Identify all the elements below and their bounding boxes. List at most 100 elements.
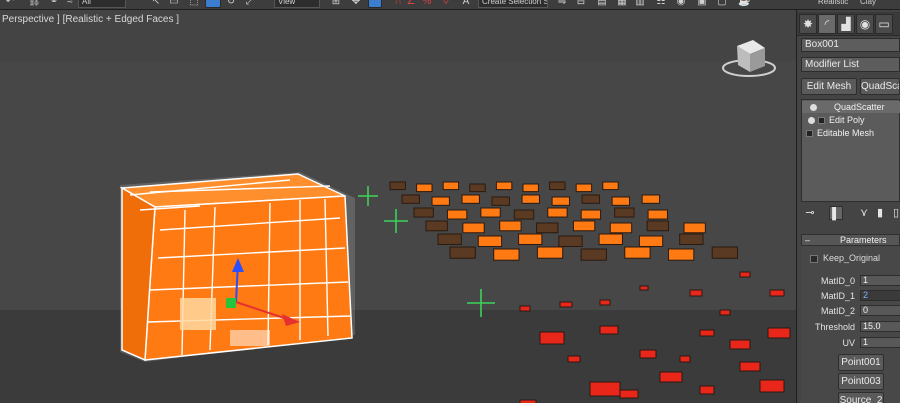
configure-sets-icon[interactable]: ▯ xyxy=(889,206,900,220)
scatter-tile-red xyxy=(559,301,573,308)
motion-tab-icon[interactable]: ◉ xyxy=(856,14,874,34)
rendered-frame-icon[interactable]: ▢ xyxy=(716,0,728,8)
collapse-icon[interactable]: – xyxy=(805,235,810,245)
source2-button[interactable]: Source_2 xyxy=(838,392,884,403)
lightbulb-icon[interactable] xyxy=(810,104,817,112)
select-manipulate-icon[interactable]: ✥ xyxy=(350,0,362,8)
floor-plane xyxy=(0,310,796,403)
scale-icon[interactable]: ⤢ xyxy=(244,0,256,8)
undo-icon[interactable]: ↶ xyxy=(4,0,16,8)
lightbulb-icon[interactable] xyxy=(808,117,815,125)
viewport-label[interactable]: Perspective ] [Realistic + Edged Faces ] xyxy=(2,14,179,25)
mirror-icon[interactable]: ⇋ xyxy=(556,0,568,8)
show-end-result-icon[interactable]: ▌ xyxy=(829,206,843,220)
perspective-viewport[interactable]: Perspective ] [Realistic + Edged Faces ] xyxy=(0,10,797,403)
scatter-tile-red xyxy=(639,285,649,291)
matid2-label: MatID_2 xyxy=(820,306,855,316)
selection-filter-dropdown[interactable]: All xyxy=(78,0,126,8)
box-pattern-tile-2 xyxy=(230,330,270,346)
keyboard-shortcut-button[interactable] xyxy=(368,0,382,8)
modify-tab-icon[interactable]: ◜ xyxy=(818,14,836,34)
scene-canvas[interactable] xyxy=(0,10,797,403)
point001-button[interactable]: Point001 xyxy=(838,354,884,371)
select-object-icon[interactable]: ↖ xyxy=(150,0,162,8)
material-editor-icon[interactable]: ◉ xyxy=(675,0,687,8)
layer-manager-icon[interactable]: ▤ xyxy=(596,0,608,8)
render-mode-label-2[interactable]: Clay xyxy=(856,0,886,8)
pin-stack-icon[interactable]: ⊸ xyxy=(803,206,817,220)
quadscatter-button[interactable]: QuadScat xyxy=(860,78,900,95)
matid1-spinner[interactable]: 2 xyxy=(860,290,900,301)
parameters-rollout-header[interactable]: – Parameters xyxy=(801,234,900,246)
point003-button[interactable]: Point003 xyxy=(838,373,884,390)
snaps-toggle-icon[interactable]: ∩ xyxy=(392,0,404,8)
parameters-rollout: – Parameters Keep_Original MatID_0 1 Mat… xyxy=(801,234,900,403)
scatter-tile xyxy=(609,222,633,234)
pivot-icon[interactable]: ⊞ xyxy=(330,0,342,8)
curve-editor-icon[interactable]: ▥ xyxy=(634,0,646,8)
move-tool-button[interactable] xyxy=(205,0,221,8)
scatter-tile xyxy=(431,196,450,206)
stack-item-edit-poly[interactable]: Edit Poly xyxy=(802,114,900,126)
scatter-tile xyxy=(437,233,462,245)
reference-coord-dropdown[interactable]: View xyxy=(274,0,320,8)
expand-box-icon[interactable] xyxy=(818,117,825,125)
box-pattern-tile xyxy=(180,298,216,330)
threshold-spinner[interactable]: 15.0 xyxy=(860,321,900,332)
align-icon[interactable]: ⊟ xyxy=(575,0,587,8)
bind-icon[interactable]: ≈ xyxy=(64,0,76,8)
percent-snap-icon[interactable]: % xyxy=(421,0,433,8)
modifier-list-dropdown[interactable]: Modifier List xyxy=(801,57,900,72)
scatter-tile xyxy=(598,233,623,245)
scatter-tile-red xyxy=(519,305,531,312)
scatter-tile xyxy=(624,246,651,259)
scatter-tile xyxy=(493,248,520,261)
rotate-icon[interactable]: ↻ xyxy=(225,0,237,8)
render-teapot-icon[interactable]: ☕ xyxy=(738,0,750,8)
render-setup-icon[interactable]: ▣ xyxy=(696,0,708,8)
modifier-stack: QuadScatter Edit Poly Editable Mesh xyxy=(801,99,900,202)
scatter-tile-red xyxy=(739,271,751,278)
display-tab-icon[interactable]: ▭ xyxy=(875,14,893,34)
matid0-spinner[interactable]: 1 xyxy=(860,275,900,286)
spinner-snap-icon[interactable]: ◊ xyxy=(440,0,452,8)
edit-mesh-button[interactable]: Edit Mesh xyxy=(801,78,857,95)
scatter-tile xyxy=(536,222,559,234)
remove-modifier-icon[interactable]: ▮ xyxy=(873,206,887,220)
scatter-tile xyxy=(611,196,631,206)
hierarchy-tab-icon[interactable]: ▟ xyxy=(837,14,855,34)
scene-explorer-icon[interactable]: ▦ xyxy=(616,0,628,8)
scatter-tile xyxy=(425,220,448,232)
keep-original-row[interactable]: Keep_Original xyxy=(810,253,880,263)
stack-item-editable-mesh[interactable]: Editable Mesh xyxy=(802,127,900,139)
scatter-tile xyxy=(602,181,619,191)
angle-snap-icon[interactable]: ∠ xyxy=(405,0,417,8)
make-unique-icon[interactable]: ⋎ xyxy=(857,206,871,220)
scatter-tile xyxy=(638,235,664,247)
scatter-tile-red xyxy=(689,289,703,297)
object-name-field[interactable]: Box001 xyxy=(801,38,900,52)
scatter-tile xyxy=(536,246,564,259)
rollout-title: Parameters xyxy=(840,235,887,245)
scatter-tile-red xyxy=(719,309,731,316)
stack-item-quadscatter[interactable]: QuadScatter xyxy=(802,101,900,113)
matid2-spinner[interactable]: 0 xyxy=(860,305,900,316)
scatter-tile xyxy=(499,220,522,232)
edit-named-selection-icon[interactable]: Ä xyxy=(460,0,472,8)
render-mode-label[interactable]: Realistic xyxy=(814,0,854,8)
link-icon[interactable]: ⛓ xyxy=(28,0,41,8)
expand-box-icon[interactable] xyxy=(806,130,813,138)
uv-spinner[interactable]: 1 xyxy=(860,337,900,348)
scatter-tile xyxy=(449,246,476,259)
keep-original-checkbox[interactable] xyxy=(810,254,818,263)
window-crossing-icon[interactable]: ⬚ xyxy=(188,0,200,8)
scatter-tile xyxy=(641,194,661,204)
named-selection-set-dropdown[interactable]: Create Selection Se xyxy=(478,0,548,8)
create-tab-star-icon[interactable]: ✸ xyxy=(799,14,817,34)
schematic-view-icon[interactable]: ☷ xyxy=(655,0,667,8)
scatter-tile-red xyxy=(639,349,657,359)
unlink-icon[interactable]: ⚭ xyxy=(48,0,60,8)
scatter-tile xyxy=(547,207,568,218)
keep-original-label: Keep_Original xyxy=(823,253,881,263)
region-select-icon[interactable]: ▭ xyxy=(168,0,180,8)
